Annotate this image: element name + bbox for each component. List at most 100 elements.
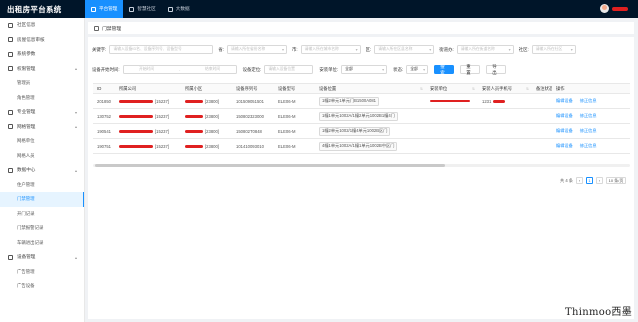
sidebar-item[interactable]: 设备管理 ▴ <box>0 250 84 265</box>
cell-phone: 1231 <box>478 99 532 104</box>
company-suffix: [15237] <box>155 113 169 119</box>
table-header: ID 所属公司 所属小区 设备序列号 设备型号 设备位置 ⇅ 安装单位 ⇅ 安装人员… <box>93 84 630 94</box>
cell-id: 201850 <box>97 98 111 104</box>
province-select[interactable]: 请输入所在省份名称 <box>227 45 288 54</box>
col-serial[interactable]: 设备序列号 <box>232 86 274 92</box>
community-suffix: [23800] <box>205 128 219 134</box>
fix-info-link[interactable]: 修正信息 <box>580 143 597 149</box>
sort-icon[interactable]: ⇅ <box>526 87 529 91</box>
company-suffix: [15237] <box>155 143 169 149</box>
city-select[interactable]: 请输入所在城市名称 <box>300 45 361 54</box>
street-select[interactable]: 请输入所在街道名称 <box>456 45 514 54</box>
cell-id: 130752 <box>97 113 111 119</box>
cell-company: [15237] <box>115 129 181 134</box>
edit-device-link[interactable]: 编辑设备 <box>556 113 573 119</box>
col-phone[interactable]: 安装人员手机号 ⇅ <box>478 86 532 92</box>
unit-select[interactable]: 全部 <box>341 65 388 74</box>
col-phone-label: 安装人员手机号 <box>482 85 513 91</box>
reset-button[interactable]: 重置 <box>460 64 481 75</box>
cell-position: 1幢2单元1单元门B1500A081 <box>315 96 426 106</box>
cell-community: [23800] <box>181 144 232 149</box>
position-tag: 4幢1单元1002A/1幢1单元1002B中区门 <box>319 141 398 151</box>
prev-page-button[interactable]: ‹ <box>576 177 583 184</box>
community-select[interactable]: 请输入所在社区 <box>531 45 576 54</box>
sidebar-item[interactable]: 门禁报警记录 <box>0 221 84 236</box>
horizontal-scrollbar[interactable] <box>93 164 630 167</box>
sidebar-item[interactable]: 角色管理 <box>0 91 84 106</box>
cell-id: 190541 <box>97 128 111 134</box>
sidebar-item[interactable]: 系统参数 <box>0 47 84 62</box>
phone-redacted <box>493 99 506 103</box>
sidebar-item[interactable]: 网格人员 <box>0 149 84 164</box>
sidebar-item[interactable]: 网格单位 <box>0 134 84 149</box>
sidebar-item[interactable]: 广告设备 <box>0 279 84 294</box>
page-number[interactable]: 1 <box>586 177 593 184</box>
sidebar-item[interactable]: 社区信息 <box>0 18 84 33</box>
tab-door-access[interactable]: 门禁管理 <box>88 25 127 32</box>
topnav-community[interactable]: 智慧社区 <box>123 0 161 18</box>
sidebar-item-label: 网格管理 <box>17 123 36 129</box>
sidebar-item[interactable]: 权限管理 ▴ <box>0 62 84 77</box>
cell-unit <box>426 99 478 103</box>
sidebar-item[interactable]: 门禁管理 <box>0 192 84 207</box>
sidebar-item-label: 房屋信息审核 <box>17 36 45 42</box>
fix-info-link[interactable]: 修正信息 <box>580 113 597 119</box>
sidebar-item-label: 门禁管理 <box>17 196 35 202</box>
sidebar-item[interactable]: 广告管理 <box>0 265 84 280</box>
sidebar-item[interactable]: 车辆进出记录 <box>0 236 84 251</box>
district-select[interactable]: 请输入所在区县名称 <box>374 45 435 54</box>
cell-position: 1幢2单元1002/1幢4单元1002B区门 <box>315 126 426 136</box>
keyword-input[interactable]: 请输入设备ID名、设备序列号、设备型号 <box>109 45 214 54</box>
date-start: 开始时间 <box>138 67 155 71</box>
cell-serial: 150802T0848 <box>236 128 262 134</box>
company-redacted <box>119 129 153 133</box>
edit-device-link[interactable]: 编辑设备 <box>556 128 573 134</box>
col-status[interactable]: 备注状态 <box>532 86 552 92</box>
sidebar-item[interactable]: 管理员 <box>0 76 84 91</box>
date-range-picker[interactable]: 开始时间 - 结束时间 <box>122 65 237 74</box>
col-unit[interactable]: 安装单位 ⇅ <box>426 86 478 92</box>
state-select[interactable]: 全部 <box>406 65 429 74</box>
search-button[interactable]: 搜索 <box>434 64 455 75</box>
page-size-select[interactable]: 10 条/页 <box>606 177 626 184</box>
sort-icon[interactable]: ⇅ <box>420 87 423 91</box>
topnav-label: 大数据 <box>175 6 190 11</box>
district-label: 区: <box>365 46 372 52</box>
col-company[interactable]: 所属公司 <box>115 86 181 92</box>
cell-serial: 101410093010 <box>236 143 264 149</box>
fix-info-link[interactable]: 修正信息 <box>580 128 597 134</box>
col-id[interactable]: ID <box>93 86 115 91</box>
filter-row-1: 关键字: 请输入设备ID名、设备序列号、设备型号 省: 请输入所在省份名称 市:… <box>92 45 576 54</box>
avatar[interactable] <box>600 4 609 13</box>
sidebar-item[interactable]: 开门记录 <box>0 207 84 222</box>
fix-info-link[interactable]: 修正信息 <box>580 98 597 104</box>
topnav-platform[interactable]: 平台管理 <box>85 0 124 18</box>
sidebar-item[interactable]: 数据中心 ▴ <box>0 163 84 178</box>
position-tag: 1幢2单元1单元门B1500A081 <box>319 96 380 106</box>
date-label: 设备开始时间: <box>92 66 120 72</box>
menu-icon <box>8 167 13 173</box>
col-model[interactable]: 设备型号 <box>274 86 315 92</box>
company-suffix: [15237] <box>155 128 169 134</box>
edit-device-link[interactable]: 编辑设备 <box>556 143 573 149</box>
sidebar-item[interactable]: 网格管理 ▴ <box>0 120 84 135</box>
col-position[interactable]: 设备位置 ⇅ <box>315 86 426 92</box>
sort-icon[interactable]: ⇅ <box>472 87 475 91</box>
sidebar-item[interactable]: 专业管理 ▾ <box>0 105 84 120</box>
topnav-bigdata[interactable]: 大数据 <box>162 0 196 18</box>
position-input[interactable]: 请输入设备位置 <box>264 65 314 74</box>
edit-device-link[interactable]: 编辑设备 <box>556 98 573 104</box>
sidebar-item[interactable]: 住户管理 <box>0 178 84 193</box>
table-row: 190541 [15237] [23800] 150802T0848 ELE06-M 1幢… <box>93 124 630 139</box>
export-button[interactable]: 导出 <box>486 64 507 75</box>
cell-position: 4幢1单元1002A/1幢1单元1002B中区门 <box>315 141 426 151</box>
col-community[interactable]: 所属小区 <box>181 86 232 92</box>
scrollbar-thumb[interactable] <box>95 164 445 167</box>
col-actions: 操作 <box>556 85 565 91</box>
cell-company: [15237] <box>115 99 181 104</box>
sidebar-item[interactable]: 房屋信息审核 <box>0 33 84 48</box>
next-page-button[interactable]: › <box>596 177 603 184</box>
filter-row-2: 设备开始时间: 开始时间 - 结束时间 设备定位: 请输入设备位置 安装单位: … <box>92 64 507 75</box>
user-menu[interactable] <box>600 4 628 13</box>
table-row: 190751 [15237] [23800] 101410093010 ELE06-M 4… <box>93 139 630 154</box>
